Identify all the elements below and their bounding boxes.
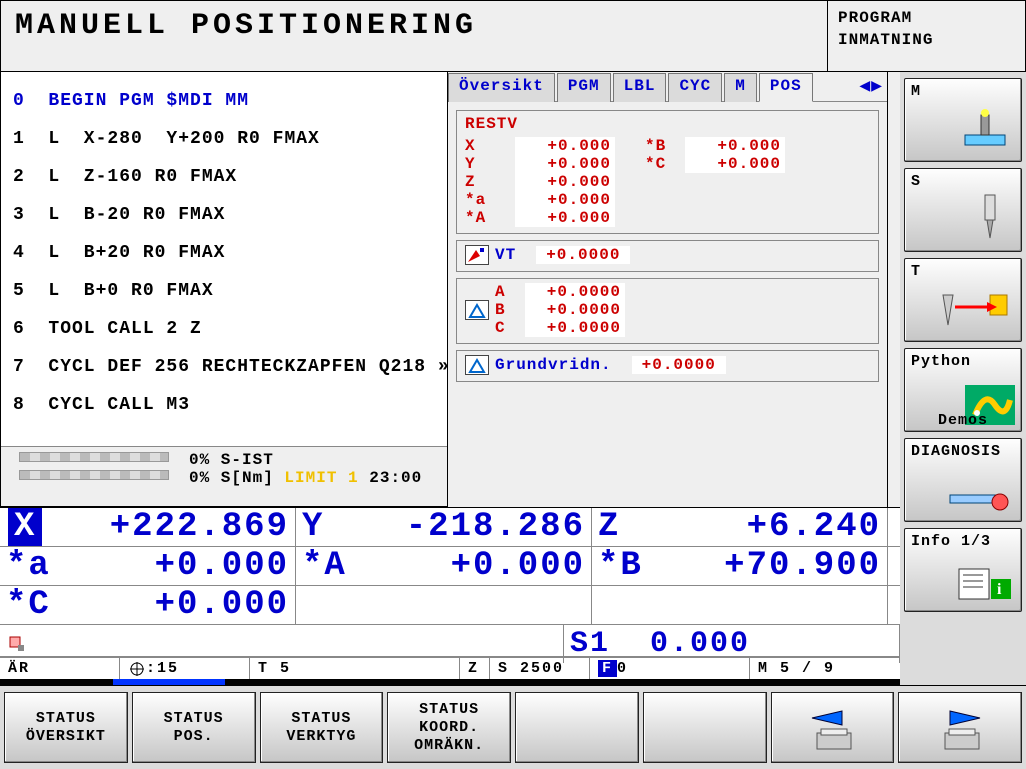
probe-icon [6, 633, 34, 655]
vkey-s[interactable]: S [904, 168, 1022, 252]
softkey-5[interactable] [643, 692, 767, 763]
grund-value: +0.0000 [632, 356, 726, 374]
tab-översikt[interactable]: Översikt [448, 73, 555, 102]
pos-panel: RESTV X+0.000*B+0.000Y+0.000*C+0.000Z+0.… [448, 102, 887, 507]
program-line[interactable]: 6 TOOL CALL 2 Z [13, 310, 435, 348]
program-line[interactable]: 1 L X-280 Y+200 R0 FMAX [13, 120, 435, 158]
program-line[interactable]: 3 L B-20 R0 FMAX [13, 196, 435, 234]
dro-cell: *B+70.900 [592, 547, 888, 585]
program-line[interactable]: 4 L B+20 R0 FMAX [13, 234, 435, 272]
vt-icon [465, 245, 489, 265]
dro-cell: *a+0.000 [0, 547, 296, 585]
page-title: MANUELL POSITIONERING [0, 0, 828, 72]
datum: :15 [120, 658, 250, 679]
info-bar: ÄR :15 T 5 Z S 2500 F 0 M 5 / 9 [0, 657, 900, 679]
dro-cell: *C+0.000 [0, 586, 296, 624]
tool: T 5 [250, 658, 460, 679]
program-line[interactable]: 2 L Z-160 R0 FMAX [13, 158, 435, 196]
softkey-3[interactable]: STATUS KOORD. OMRÄKN. [387, 692, 511, 763]
tab-cyc[interactable]: CYC [668, 73, 722, 102]
svg-text:i: i [997, 581, 1002, 598]
dro-cell: Y-218.286 [296, 508, 592, 546]
vkey-python[interactable]: PythonDemos [904, 348, 1022, 432]
dro: X+222.869Y-218.286Z+6.240 *a+0.000*A+0.0… [0, 507, 900, 679]
vt-value: +0.0000 [536, 246, 630, 264]
vkey-diagnosis[interactable]: DIAGNOSIS [904, 438, 1022, 522]
datum-icon [128, 660, 146, 678]
tab-lbl[interactable]: LBL [613, 73, 667, 102]
dro-cell: *A+0.000 [296, 547, 592, 585]
basic-rot-icon [465, 355, 489, 375]
softkey-4[interactable] [515, 692, 639, 763]
softkey-7[interactable] [898, 692, 1022, 763]
mode: ÄR [0, 658, 120, 679]
dro-cell: Z+6.240 [592, 508, 888, 546]
rot-icon [465, 300, 489, 320]
status-strip: 0% S-IST 0% S[Nm] LIMIT 1 23:00 [1, 446, 447, 506]
vkey-m[interactable]: M [904, 78, 1022, 162]
dro-cell: X+222.869 [0, 508, 296, 546]
vkey-t[interactable]: T [904, 258, 1022, 342]
program-line[interactable]: 8 CYCL CALL M3 [13, 386, 435, 424]
dro-cell [592, 586, 888, 624]
softkey-6[interactable] [771, 692, 895, 763]
program-line[interactable]: 0 BEGIN PGM $MDI MM [13, 82, 435, 120]
program-list[interactable]: 0 BEGIN PGM $MDI MM1 L X-280 Y+200 R0 FM… [1, 72, 447, 446]
program-line[interactable]: 5 L B+0 R0 FMAX [13, 272, 435, 310]
dro-cell [296, 586, 592, 624]
softkey-0[interactable]: STATUS ÖVERSIKT [4, 692, 128, 763]
softkey-1[interactable]: STATUS POS. [132, 692, 256, 763]
tab-scroll-icon[interactable]: ◀▶ [855, 72, 887, 101]
softkey-2[interactable]: STATUS VERKTYG [260, 692, 384, 763]
tab-m[interactable]: M [724, 73, 757, 102]
tab-pos[interactable]: POS [759, 73, 813, 102]
tab-pgm[interactable]: PGM [557, 73, 611, 102]
tabs[interactable]: ÖversiktPGMLBLCYCMPOS ◀▶ [448, 72, 887, 102]
vkey-info13[interactable]: Info 1/3i [904, 528, 1022, 612]
mode-box: PROGRAM INMATNING [828, 0, 1026, 72]
program-line[interactable]: 7 CYCL DEF 256 RECHTECKZAPFEN Q218 » [13, 348, 435, 386]
